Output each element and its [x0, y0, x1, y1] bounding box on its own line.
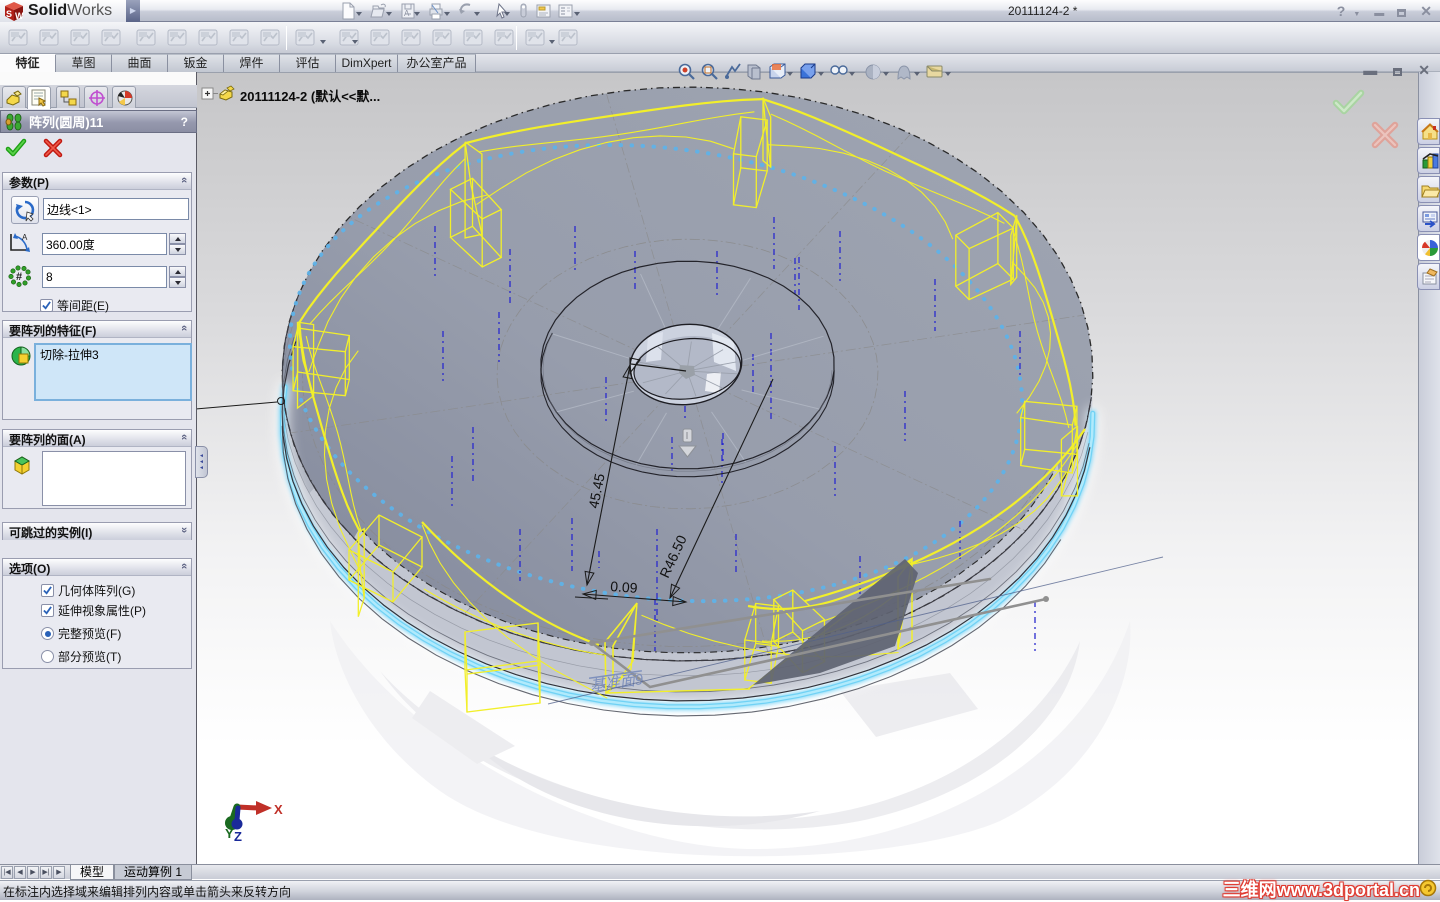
- svg-text:#: #: [16, 271, 22, 283]
- svg-text:S: S: [6, 9, 12, 19]
- svg-text:Y: Y: [225, 826, 234, 841]
- svg-text:W: W: [15, 11, 24, 21]
- svg-text:0.09: 0.09: [610, 578, 639, 596]
- svg-text:20111124-2 (默认<<默...: 20111124-2 (默认<<默...: [240, 89, 380, 104]
- svg-text:X: X: [274, 802, 283, 817]
- svg-text:A: A: [22, 233, 28, 242]
- svg-text:A: A: [404, 9, 410, 18]
- svg-text:Z: Z: [234, 829, 242, 844]
